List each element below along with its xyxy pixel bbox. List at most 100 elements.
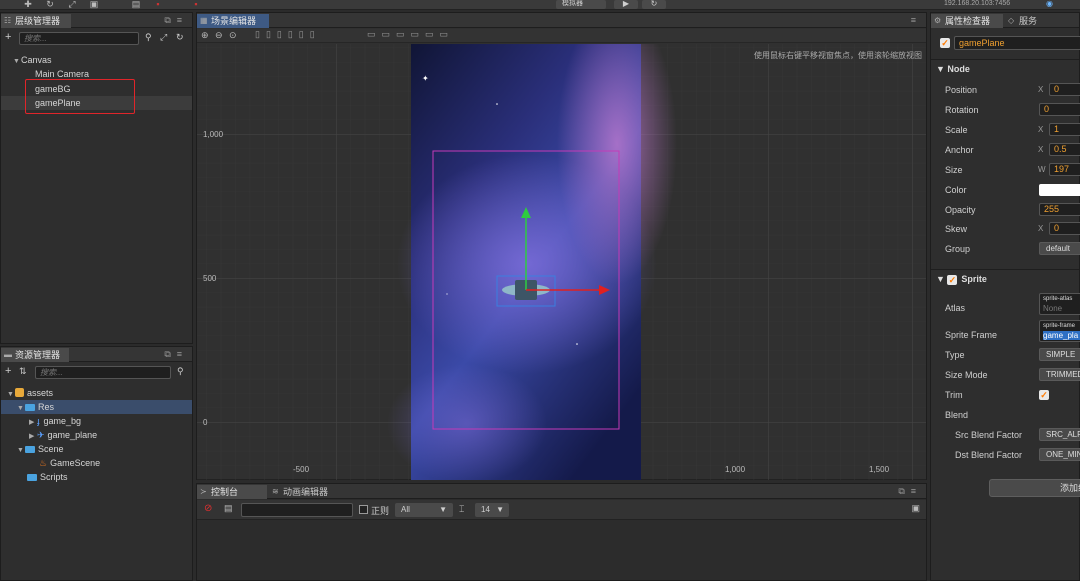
- search-icon[interactable]: ⚲: [177, 366, 184, 377]
- node-active-checkbox[interactable]: ✓: [940, 38, 950, 48]
- scale-x-field[interactable]: 1: [1049, 123, 1080, 136]
- game-background-image[interactable]: ✦: [387, 44, 677, 480]
- red-highlight-box: [25, 79, 135, 114]
- opacity-field[interactable]: 255: [1039, 203, 1080, 216]
- type-label: Type: [945, 350, 965, 360]
- panel-menu-icon[interactable]: ≡: [911, 15, 922, 25]
- scene-editor-panel: ▦ 场景编辑器 ≡ ⊕ ⊖ ⊙ ▯▯▯▯▯▯ ▭▭▭▭▭▭ ✦ 使用鼠标右键平移…: [196, 12, 927, 480]
- scene-file-icon: ♨: [39, 458, 48, 468]
- local-global-icon[interactable]: ▤: [130, 0, 142, 9]
- tab-service[interactable]: ◇ 服务: [1005, 14, 1055, 28]
- regex-label: 正则: [371, 506, 390, 516]
- position-x-field[interactable]: 0: [1049, 83, 1080, 96]
- pivot-icon[interactable]: ▪: [152, 0, 164, 9]
- sprite-frame-asset-field[interactable]: sprite-frame game_pla: [1039, 320, 1080, 342]
- node-name-field[interactable]: gamePlane: [954, 36, 1080, 50]
- tree-node-canvas[interactable]: ▼Canvas: [1, 53, 192, 67]
- search-icon[interactable]: ⚲: [145, 32, 152, 43]
- anchor-x-field[interactable]: 0.5: [1049, 143, 1080, 156]
- dst-blend-row: Dst Blend Factor ONE_MIN: [931, 446, 1080, 464]
- font-size-select[interactable]: 14 ▼: [475, 503, 509, 517]
- asset-gamescene[interactable]: ♨ GameScene: [1, 456, 192, 470]
- panel-menu-icon[interactable]: ⧉≡: [898, 486, 922, 497]
- rotate-tool-icon[interactable]: ↻: [44, 0, 56, 9]
- console-filter-input[interactable]: [241, 503, 353, 517]
- asset-res[interactable]: ▼ Res: [1, 400, 192, 414]
- expand-arrow-icon: ▼: [936, 274, 948, 284]
- console-tabbar: ≻ 控制台 ≋ 动画编辑器 ⧉≡: [197, 484, 926, 499]
- size-w-field[interactable]: 197: [1049, 163, 1080, 176]
- hierarchy-icon: ☷: [4, 16, 12, 25]
- scene-icon: ▦: [200, 16, 208, 25]
- service-icon: ◇: [1008, 16, 1015, 25]
- zoom-in-icon[interactable]: ⊕: [201, 30, 209, 41]
- hierarchy-title: 层级管理器: [15, 16, 61, 26]
- tab-console[interactable]: ≻ 控制台: [197, 485, 267, 499]
- asset-label: game_bg: [43, 416, 82, 426]
- refresh-icon[interactable]: ↻: [176, 32, 184, 43]
- rotation-field[interactable]: 0: [1039, 103, 1080, 116]
- asset-game-bg[interactable]: ▶ ɟ game_bg: [1, 414, 192, 428]
- expand-icon[interactable]: ⤢: [160, 32, 167, 43]
- add-node-icon[interactable]: +: [5, 31, 11, 43]
- play-icon[interactable]: ▶: [614, 0, 638, 9]
- refresh-icon[interactable]: ↻: [642, 0, 666, 9]
- type-select[interactable]: SIMPLE: [1039, 348, 1080, 361]
- collapse-icon[interactable]: ▣: [911, 503, 920, 514]
- preview-mode-select[interactable]: 模拟器: [556, 0, 606, 9]
- asset-scene[interactable]: ▼ Scene: [1, 442, 192, 456]
- src-blend-select[interactable]: SRC_ALP: [1039, 428, 1080, 441]
- axis-label: X: [1038, 145, 1044, 154]
- tab-hierarchy[interactable]: ☷ 层级管理器: [1, 14, 71, 28]
- tab-animation-editor[interactable]: ≋ 动画编辑器: [269, 485, 341, 499]
- regex-checkbox[interactable]: [359, 505, 368, 514]
- group-select[interactable]: default: [1039, 242, 1080, 255]
- add-asset-icon[interactable]: +: [5, 365, 11, 377]
- rect-tool-icon[interactable]: ▣: [88, 0, 100, 9]
- axis-label: X: [1038, 125, 1044, 134]
- skew-label: Skew: [945, 224, 968, 234]
- panel-menu-icon[interactable]: ⧉≡: [164, 15, 188, 26]
- tab-scene-editor[interactable]: ▦ 场景编辑器: [197, 14, 269, 28]
- chevron-down-icon: ▼: [439, 505, 447, 514]
- section-label: Sprite: [961, 274, 987, 284]
- zoom-reset-icon[interactable]: ⊙: [229, 30, 237, 41]
- group-row: Group default: [931, 240, 1080, 258]
- node-section-header[interactable]: ▼ Node: [931, 59, 1079, 77]
- asset-assets[interactable]: ▼ assets: [1, 386, 192, 400]
- size-mode-select[interactable]: TRIMMED: [1039, 368, 1080, 381]
- tab-assets[interactable]: ▬ 资源管理器: [1, 348, 69, 362]
- tab-inspector[interactable]: ⚙ 属性检查器: [931, 14, 1003, 28]
- distribute-tools-icon[interactable]: ▭▭▭▭▭▭: [367, 29, 454, 40]
- sort-icon[interactable]: ⇅: [19, 366, 27, 377]
- scene-grid[interactable]: ✦: [197, 44, 926, 480]
- color-swatch[interactable]: [1039, 184, 1080, 196]
- assets-search-input[interactable]: 搜索...: [35, 366, 171, 379]
- dst-blend-select[interactable]: ONE_MIN: [1039, 448, 1080, 461]
- align-tools-icon[interactable]: ▯▯▯▯▯▯: [255, 29, 321, 40]
- gizmo-icon[interactable]: ▪: [190, 0, 202, 9]
- asset-game-plane[interactable]: ▶ ✈ game_plane: [1, 428, 192, 442]
- y-axis-label: 1,000: [203, 130, 224, 139]
- rotation-label: Rotation: [945, 105, 979, 115]
- frame-value: game_pla: [1043, 331, 1080, 340]
- clear-icon[interactable]: ⊘: [204, 503, 212, 514]
- panel-menu-icon[interactable]: ⧉≡: [164, 349, 188, 360]
- log-level-select[interactable]: All ▼: [395, 503, 453, 517]
- hierarchy-search-input[interactable]: 搜索...: [19, 32, 139, 45]
- asset-scripts[interactable]: Scripts: [1, 470, 192, 484]
- log-file-icon[interactable]: ▤: [224, 503, 233, 514]
- zoom-out-icon[interactable]: ⊖: [215, 30, 223, 41]
- trim-checkbox[interactable]: ✓: [1039, 390, 1049, 400]
- move-tool-icon[interactable]: ✚: [22, 0, 34, 9]
- skew-x-field[interactable]: 0: [1049, 222, 1080, 235]
- font-size-value: 14: [481, 505, 490, 514]
- sprite-enabled-checkbox[interactable]: ✓: [947, 275, 958, 285]
- atlas-label: Atlas: [945, 303, 966, 313]
- scale-tool-icon[interactable]: ⤢: [66, 0, 78, 9]
- sprite-section-header[interactable]: ▼ ✓ Sprite: [931, 269, 1079, 287]
- add-component-button[interactable]: 添加组: [989, 479, 1080, 497]
- sprite-frame-row: Sprite Frame sprite-frame game_pla: [931, 320, 1080, 344]
- atlas-asset-field[interactable]: sprite-atlas None: [1039, 293, 1080, 315]
- db-icon: [15, 388, 24, 397]
